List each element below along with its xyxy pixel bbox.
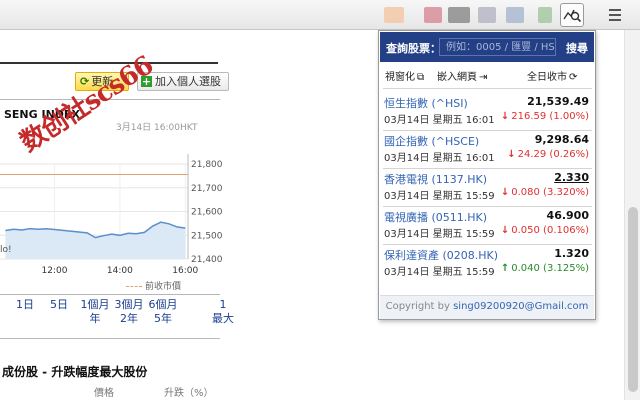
stock-timestamp: 03月14日 星期五 16:01	[384, 115, 495, 126]
range-link[interactable]: 1日	[8, 298, 42, 312]
popup-header: 查詢股票： 搜尋	[380, 32, 594, 62]
stock-name[interactable]: 電視廣播 (0511.HK)	[384, 209, 487, 225]
popup-toolbar: 視窗化 ⧉ 嵌入網頁 ⇥ 全日收市 ⟳	[385, 68, 590, 84]
range-link[interactable]: 5日	[42, 298, 76, 312]
y-tick-label: 21,400	[191, 255, 222, 265]
y-tick-label: 21,700	[191, 184, 222, 194]
stock-change: ↓ 0.080 (3.320%)	[500, 187, 589, 198]
dashed-line-icon	[126, 286, 142, 287]
range-link[interactable]: 1 最大	[206, 298, 240, 326]
stock-price: 9,298.64	[534, 133, 589, 146]
blurred-extension-icon[interactable]	[384, 7, 404, 23]
embed-button[interactable]: 嵌入網頁 ⇥	[437, 68, 487, 83]
closing-refresh-button[interactable]: 全日收市 ⟳	[527, 68, 577, 83]
arrow-down-icon: ↓	[500, 225, 510, 236]
stock-row[interactable]: 電視廣播 (0511.HK) 46.900 03月14日 星期五 15:59 ↓ 0.0…	[383, 207, 592, 245]
y-tick-label: 21,500	[191, 231, 222, 241]
x-tick-label: 14:00	[107, 266, 133, 276]
stock-price: 46.900	[546, 209, 589, 222]
browser-toolbar	[0, 0, 640, 30]
clipped-label: lo!	[0, 245, 12, 255]
stock-name[interactable]: 香港電視 (1137.HK)	[384, 171, 487, 187]
browser-menu-icon[interactable]	[600, 6, 630, 24]
blurred-extension-icon[interactable]	[448, 7, 470, 23]
stock-search-input[interactable]	[439, 38, 556, 56]
external-link-icon: ⧉	[417, 72, 425, 83]
prev-close-legend: 前收市價	[126, 279, 181, 292]
blurred-extension-icon[interactable]	[538, 7, 552, 23]
stock-change: ↓ 216.59 (1.00%)	[500, 111, 589, 122]
section-title: 成份股 - 升跌幅度最大股份	[2, 365, 148, 379]
stock-extension-button[interactable]	[560, 3, 584, 27]
range-link[interactable]: 3個月 2年	[112, 298, 146, 326]
stock-change: ↓ 0.050 (0.106%)	[500, 225, 589, 236]
refresh-icon: ⟳	[569, 72, 578, 83]
search-label: 查詢股票：	[386, 42, 441, 55]
y-tick-label: 21,600	[191, 208, 222, 218]
stock-row[interactable]: 國企指數 (^HSCE) 9,298.64 03月14日 星期五 16:01 ↓ 24.…	[383, 131, 592, 169]
sign-in-icon: ⇥	[479, 72, 488, 83]
blurred-extension-icon[interactable]	[478, 7, 496, 23]
arrow-down-icon: ↓	[507, 149, 516, 160]
y-tick-label: 21,800	[191, 160, 222, 170]
stock-price: 2.330	[554, 171, 589, 184]
stock-timestamp: 03月14日 星期五 15:59	[384, 229, 495, 240]
arrow-down-icon: ↓	[500, 111, 510, 122]
stock-row[interactable]: 香港電視 (1137.HK) 2.330 03月14日 星期五 15:59 ↓ 0.08…	[383, 169, 592, 207]
arrow-down-icon: ↓	[500, 187, 510, 198]
range-link[interactable]: 6個月 5年	[146, 298, 180, 326]
stock-name[interactable]: 國企指數 (^HSCE)	[384, 133, 479, 149]
arrow-up-icon: ↑	[500, 263, 510, 274]
stock-timestamp: 03月14日 星期五 16:01	[384, 153, 495, 164]
chart-search-icon	[563, 9, 582, 23]
stock-price: 21,539.49	[527, 95, 589, 108]
stock-change: ↑ 0.040 (3.125%)	[500, 263, 589, 274]
popup-footer: Copyright by sing09200920@Gmail.com	[380, 295, 594, 319]
scrollbar-thumb[interactable]	[628, 207, 638, 392]
x-tick-label: 16:00	[172, 266, 198, 276]
stock-quote-popup: 查詢股票： 搜尋 視窗化⧉ 嵌入網頁⇥ 全日收市⟳ 恒生指數 (^HSI) 21,…	[378, 30, 596, 320]
popup-divider	[383, 88, 592, 89]
stock-name[interactable]: 保利達資產 (0208.HK)	[384, 247, 498, 263]
range-link[interactable]: 1個月年	[78, 298, 112, 326]
series-area	[5, 222, 186, 259]
column-header-price: 價格	[94, 388, 114, 399]
column-header-change: 升跌（%）	[164, 388, 214, 399]
stock-change: ↓ 24.29 (0.26%)	[507, 149, 589, 160]
section-divider	[0, 338, 220, 339]
stock-row[interactable]: 恒生指數 (^HSI) 21,539.49 03月14日 星期五 16:01 ↓ 216…	[383, 93, 592, 131]
author-email-link[interactable]: sing09200920@Gmail.com	[453, 301, 588, 312]
search-button[interactable]: 搜尋	[566, 40, 588, 56]
page-scrollbar[interactable]	[624, 30, 640, 400]
widget-mode-button[interactable]: 視窗化 ⧉	[385, 68, 424, 83]
stock-timestamp: 03月14日 星期五 15:59	[384, 267, 495, 278]
x-tick-label: 12:00	[42, 266, 68, 276]
stock-price: 1.320	[554, 247, 589, 260]
stock-timestamp: 03月14日 星期五 15:59	[384, 191, 495, 202]
blurred-extension-icon[interactable]	[506, 7, 524, 23]
blurred-extension-icon[interactable]	[424, 7, 442, 23]
stock-row[interactable]: 保利達資產 (0208.HK) 1.320 03月14日 星期五 15:59 ↑ 0.0…	[383, 245, 592, 283]
stock-name[interactable]: 恒生指數 (^HSI)	[384, 95, 468, 111]
